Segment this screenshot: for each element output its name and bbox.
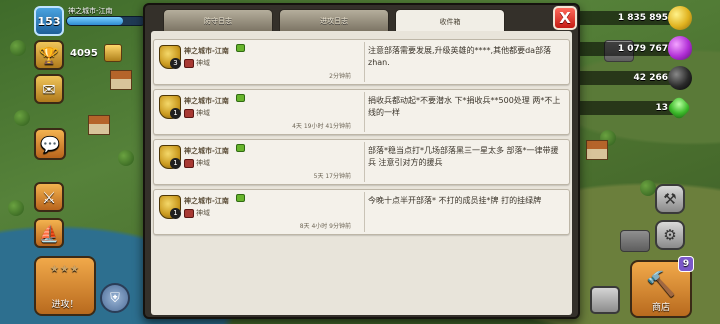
status-icon: [236, 144, 245, 152]
player-level: 153: [37, 14, 61, 28]
gold-amount: 1 835 895: [617, 13, 668, 23]
trophy-count: 4095: [70, 48, 98, 59]
list-item[interactable]: 3 神之城市-江南 神域 2分钟前 注意部落需要发展,升级英雄的****,其他都…: [153, 39, 570, 85]
message-time: 4天 19小时 41分钟前: [292, 123, 351, 130]
tab-label: 防守日志: [204, 16, 232, 25]
elixir-bar: 1 079 767: [566, 42, 684, 56]
list-item[interactable]: 1 神之城市-江南 神域 5天 17分钟前 部落*稳当点打*几场部落黑三一星太多…: [153, 139, 570, 185]
close-icon: X: [559, 9, 571, 27]
tab-label: 收件箱: [439, 17, 461, 26]
edit-layout-button[interactable]: ⚒: [655, 184, 685, 214]
role-icon: [184, 59, 194, 68]
tree-decoration: [14, 110, 30, 126]
tab-label: 进攻日志: [320, 16, 348, 25]
elixir-icon: [668, 36, 692, 60]
message-time: 2分钟前: [329, 73, 351, 80]
clan-chat-button[interactable]: 💬: [34, 128, 66, 160]
settings-button[interactable]: ⚙: [655, 220, 685, 250]
clan-war-button[interactable]: ⚔: [34, 182, 64, 212]
hammer-icon: ⚒: [663, 190, 677, 208]
divider: [364, 142, 365, 182]
elixir-amount: 1 079 767: [617, 44, 668, 54]
shield-icon: ⛨: [110, 290, 120, 306]
message-body: 捐收兵都动起*不要潜水 下*捐收兵**500处理 两*不上线的一样: [368, 96, 561, 117]
role-icon: [184, 109, 194, 118]
tree-decoration: [640, 180, 656, 196]
message-body: 注意部落需要发展,升级英雄的****,其他都要da部落zhan.: [368, 46, 552, 67]
tab-defense-log[interactable]: 防守日志: [163, 9, 273, 31]
building-decoration: [110, 70, 132, 90]
list-item[interactable]: 1 神之城市-江南 神域 8天 4小时 9分钟前 今晚十点半开部落* 不打的成员…: [153, 189, 570, 235]
status-icon: [236, 44, 245, 52]
message-time: 8天 4小时 9分钟前: [299, 223, 351, 230]
sender-role: 神域: [196, 159, 210, 167]
player-name: 神之城市-江南: [68, 7, 113, 15]
gems-bar: 13: [566, 101, 684, 115]
attack-button[interactable]: ★★★ 进攻！: [34, 256, 96, 316]
tree-decoration: [118, 150, 134, 166]
inbox-modal: 防守日志 进攻日志 收件箱 X 3 神之城市-江南 神域 2分钟前 注意部落需要…: [143, 3, 580, 319]
boat-icon: ⛵: [39, 223, 59, 243]
sender-role: 神域: [196, 109, 210, 117]
sender-name: 神之城市-江南: [184, 147, 229, 155]
message-time: 5天 17分钟前: [313, 173, 351, 180]
stars-icon: ★★★: [50, 264, 80, 275]
rank-number: 1: [170, 158, 181, 169]
modal-tabs: 防守日志 进攻日志 收件箱: [163, 9, 505, 33]
sender-name: 神之城市-江南: [184, 47, 229, 55]
news-button[interactable]: [590, 286, 620, 314]
role-icon: [184, 159, 194, 168]
shop-label: 商店: [651, 303, 670, 313]
dark-elixir-icon: [668, 66, 692, 90]
building-decoration: [586, 140, 608, 160]
divider: [364, 192, 365, 232]
shield-button[interactable]: ⛨: [100, 283, 130, 313]
experience-fill: [67, 17, 124, 25]
status-icon: [236, 194, 245, 202]
divider: [364, 42, 365, 82]
player-level-badge[interactable]: 153: [34, 6, 64, 36]
building-decoration: [88, 115, 110, 135]
close-button[interactable]: X: [553, 6, 577, 30]
experience-bar: [66, 16, 146, 26]
gear-icon: ⚙: [663, 226, 677, 244]
builder-base-button[interactable]: ⛵: [34, 218, 64, 248]
sender-role: 神域: [196, 59, 210, 67]
chat-icon: 💬: [40, 134, 60, 154]
rank-number: 1: [170, 208, 181, 219]
dark-elixir-bar: 42 266: [566, 71, 684, 85]
sender-name: 神之城市-江南: [184, 97, 229, 105]
tab-attack-log[interactable]: 进攻日志: [279, 9, 389, 31]
sender-name: 神之城市-江南: [184, 197, 229, 205]
trophy-icon: 🏆: [39, 45, 59, 65]
trophy-league-icon: [104, 44, 122, 62]
dark-elixir-amount: 42 266: [633, 73, 668, 83]
gold-bar: 1 835 895: [566, 11, 684, 25]
tab-inbox[interactable]: 收件箱: [395, 9, 505, 33]
mail-icon: ✉: [42, 79, 56, 99]
tree-decoration: [10, 40, 26, 56]
tree-decoration: [8, 200, 24, 216]
sender-role: 神域: [196, 209, 210, 217]
crossed-swords-icon: ⚔: [41, 187, 57, 207]
role-icon: [184, 209, 194, 218]
rank-number: 3: [170, 58, 181, 69]
mail-button[interactable]: ✉: [34, 74, 64, 104]
wall-decoration: [620, 230, 650, 252]
leaderboard-button[interactable]: 🏆: [34, 40, 64, 70]
shop-badge: 9: [678, 256, 694, 272]
shop-button[interactable]: 🔨 商店 9: [630, 256, 694, 318]
gems-amount: 13: [655, 103, 668, 113]
attack-label: 进攻！: [51, 300, 79, 310]
rank-number: 1: [170, 108, 181, 119]
inbox-panel[interactable]: 3 神之城市-江南 神域 2分钟前 注意部落需要发展,升级英雄的****,其他都…: [151, 31, 572, 315]
gold-icon: [668, 6, 692, 30]
shop-hammer-icon: 🔨: [646, 270, 676, 298]
divider: [364, 92, 365, 132]
message-body: 今晚十点半开部落* 不打的成员挂*牌 打的挂绿牌: [368, 196, 542, 205]
status-icon: [236, 94, 245, 102]
list-item[interactable]: 1 神之城市-江南 神域 4天 19小时 41分钟前 捐收兵都动起*不要潜水 下…: [153, 89, 570, 135]
message-list: 3 神之城市-江南 神域 2分钟前 注意部落需要发展,升级英雄的****,其他都…: [153, 39, 570, 235]
message-body: 部落*稳当点打*几场部落黑三一星太多 部落*一律带援兵 注意引对方的援兵: [368, 146, 559, 167]
